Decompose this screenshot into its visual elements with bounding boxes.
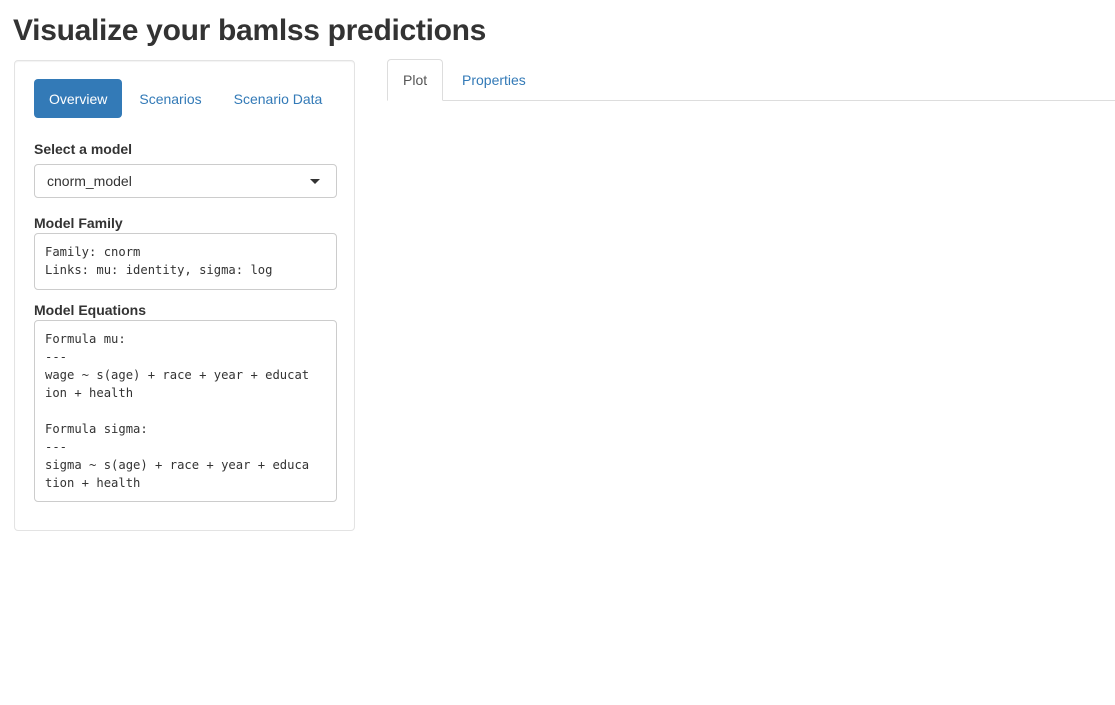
model-family-label: Model Family [34,215,123,231]
sidebar-nav: Overview Scenarios Scenario Data [34,79,337,118]
main-tabs: Plot Properties [387,59,1115,101]
nav-pill-scenario-data[interactable]: Scenario Data [219,79,338,118]
model-select-label: Select a model [34,141,133,157]
tab-plot[interactable]: Plot [387,59,444,101]
model-equations-output: Formula mu: --- wage ~ s(age) + race + y… [34,320,337,502]
model-select[interactable]: cnorm_model [34,164,337,198]
sidebar-panel: Overview Scenarios Scenario Data Select … [14,60,355,531]
model-select-value: cnorm_model [47,173,132,189]
nav-pill-scenarios[interactable]: Scenarios [124,79,216,118]
model-equations-label: Model Equations [34,302,146,318]
model-family-output: Family: cnorm Links: mu: identity, sigma… [34,233,337,290]
caret-down-icon [310,178,320,184]
tab-properties[interactable]: Properties [447,59,541,101]
nav-pill-overview[interactable]: Overview [34,79,123,118]
page-title: Visualize your bamlss predictions [13,14,487,47]
